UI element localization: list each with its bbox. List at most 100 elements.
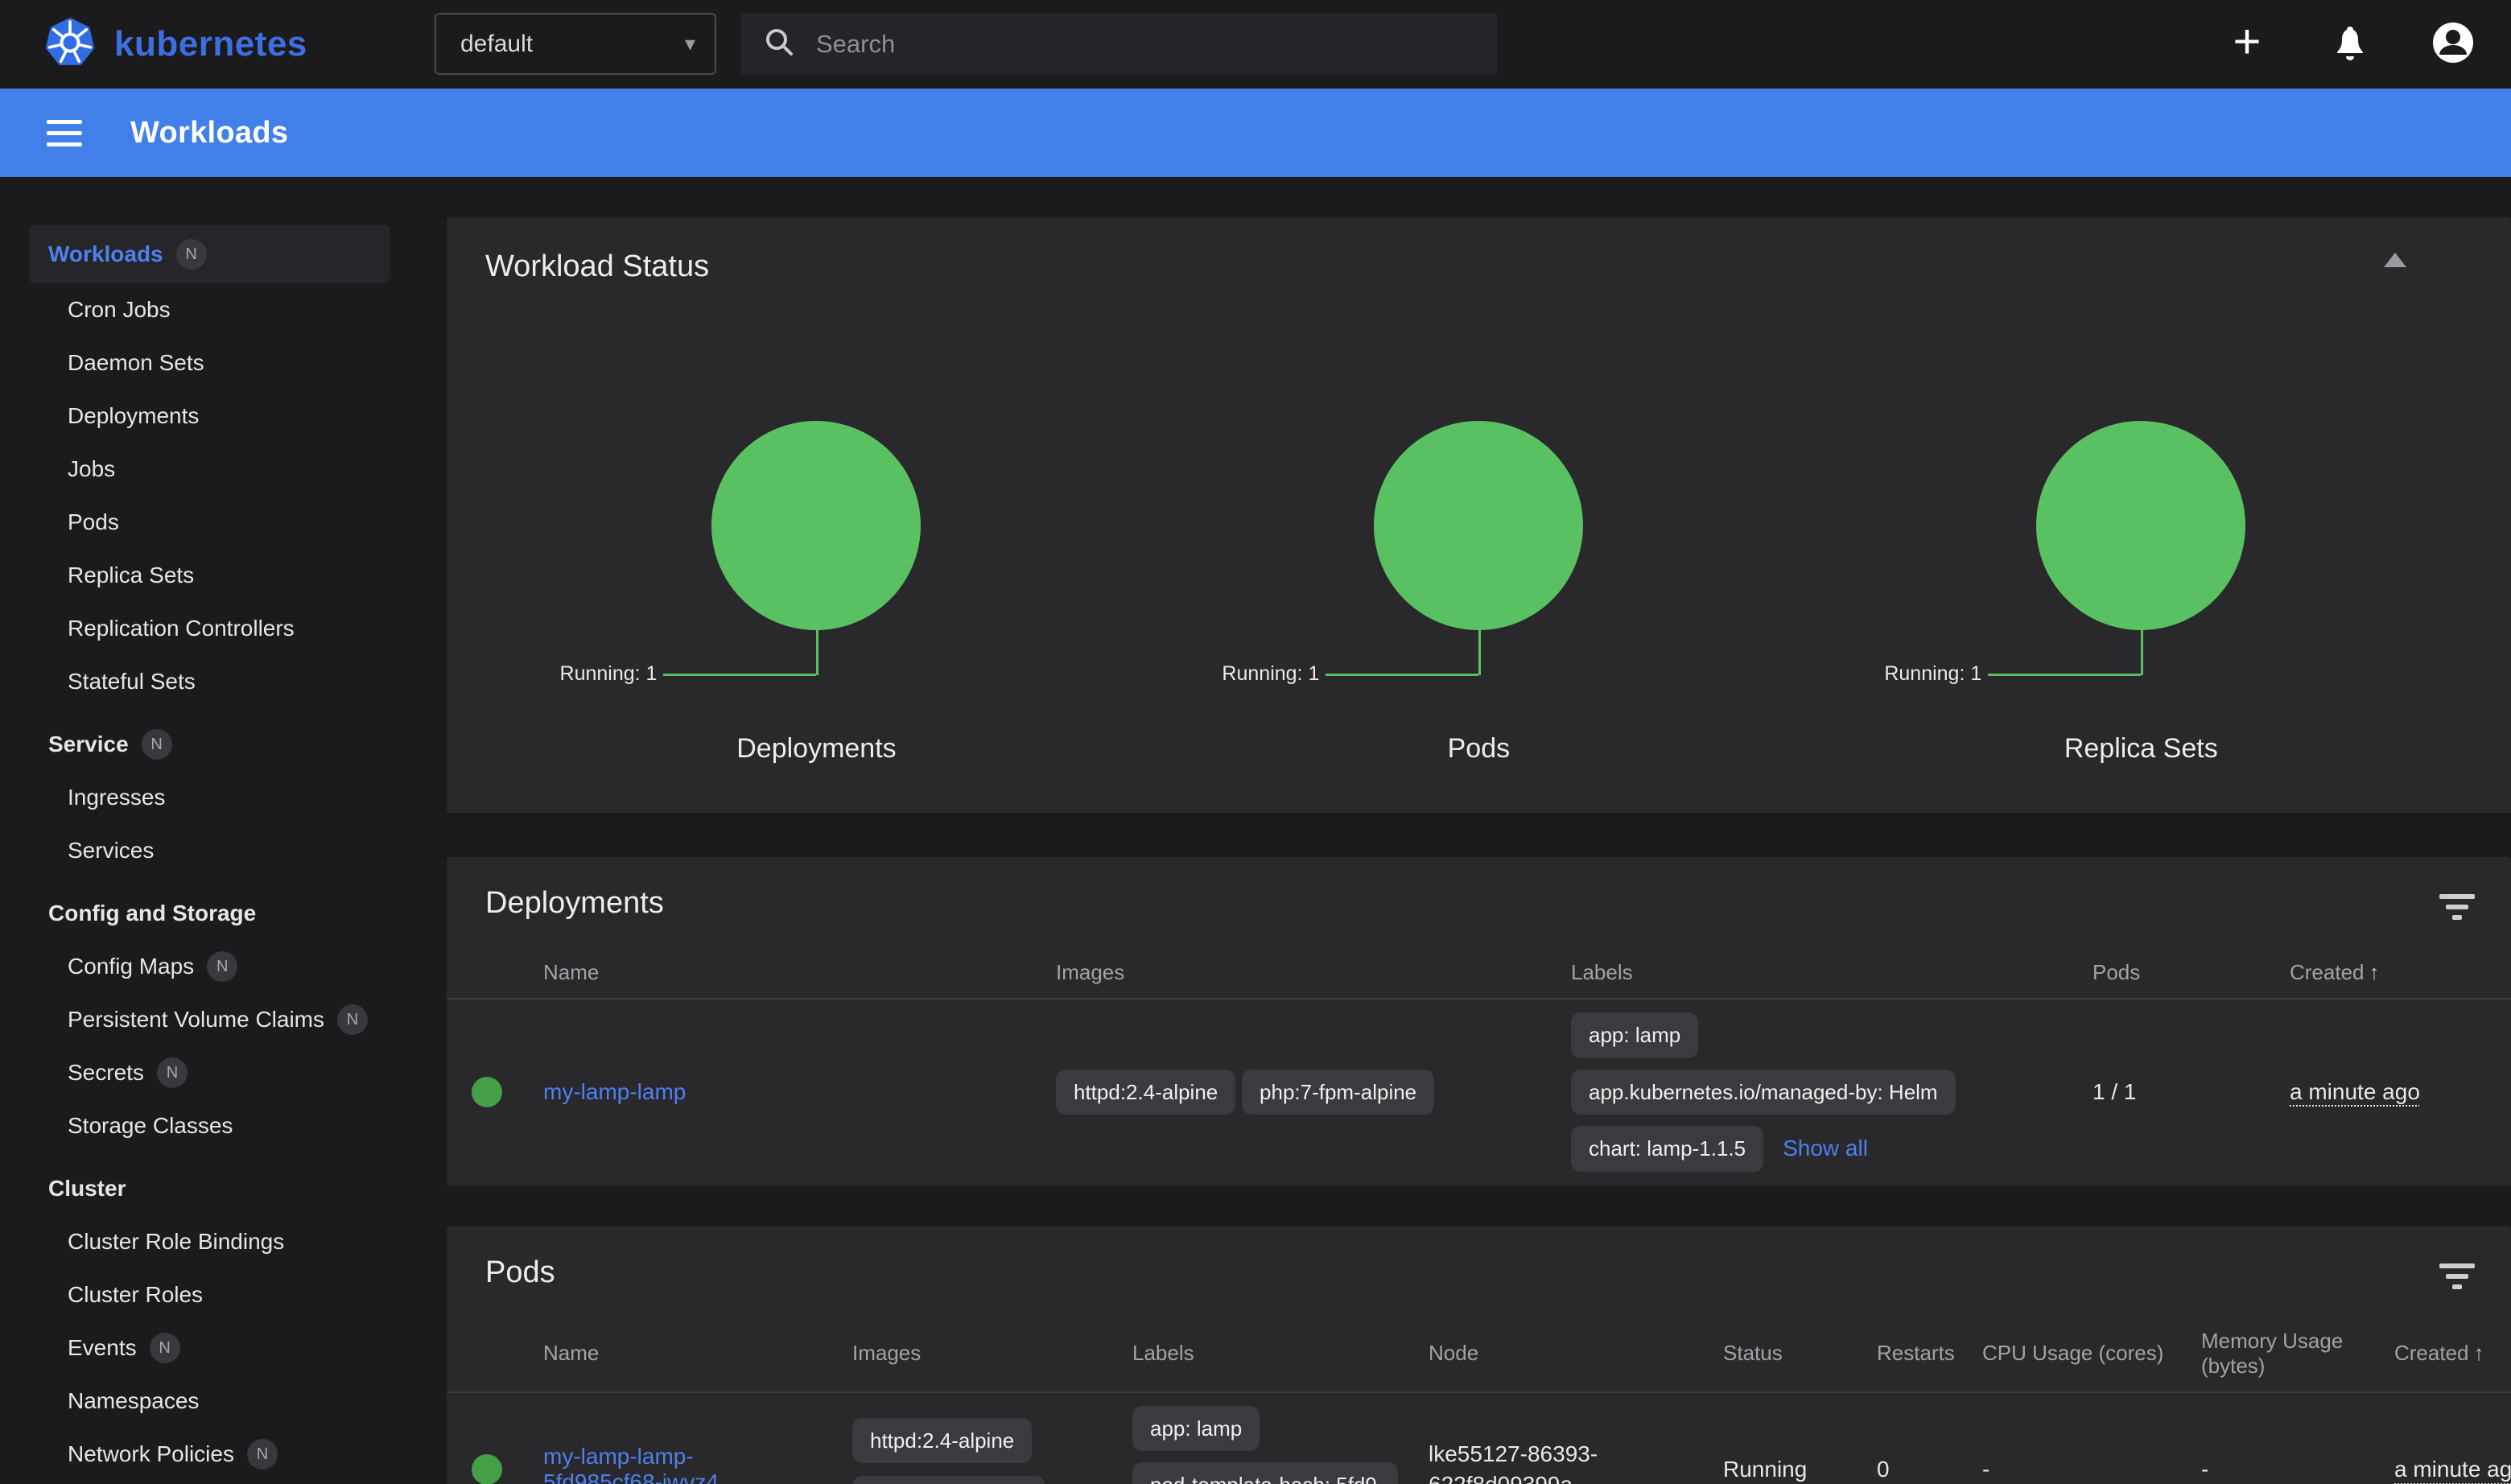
sidebar-item-replica-sets[interactable]: Replica Sets <box>0 549 418 602</box>
column-header-labels: Labels <box>1571 952 2092 993</box>
card-title: Workload Status <box>485 249 2472 284</box>
show-all-link[interactable]: Show all <box>1783 1136 1868 1161</box>
pods-count-cell: 1 / 1 <box>2092 1079 2290 1105</box>
namespace-value: default <box>460 31 685 58</box>
account-button[interactable] <box>2427 19 2479 70</box>
main-content: Workload Status Running: 1 Deployments <box>418 177 2511 1484</box>
top-bar: kubernetes default ▾ + <box>0 0 2511 89</box>
status-cell: Running <box>1723 1457 1877 1482</box>
sidebar-item-network-policies[interactable]: Network Policies N <box>0 1428 418 1481</box>
sidebar-item-deployments[interactable]: Deployments <box>0 390 418 443</box>
namespace-selector[interactable]: default ▾ <box>435 13 716 75</box>
sidebar-item-cron-jobs[interactable]: Cron Jobs <box>0 283 418 336</box>
label-chip: app: lamp <box>1132 1406 1260 1452</box>
image-chip: httpd:2.4-alpine <box>1056 1070 1235 1115</box>
search-bar[interactable] <box>740 13 1497 75</box>
pie-slice-running <box>2036 421 2245 630</box>
memory-usage-cell: - <box>2201 1457 2394 1482</box>
column-header-cpu-usage: CPU Usage (cores) <box>1982 1333 2201 1374</box>
create-resource-button[interactable]: + <box>2221 19 2273 70</box>
labels-cell: app: lamp app.kubernetes.io/managed-by: … <box>1571 1012 2092 1172</box>
sidebar-item-storage-classes[interactable]: Storage Classes <box>0 1099 418 1152</box>
column-header-created[interactable]: Created↑ <box>2394 1333 2511 1374</box>
column-header-name[interactable]: Name <box>543 952 1056 993</box>
label-chip: chart: lamp-1.1.5 <box>1571 1126 1763 1172</box>
deployment-name-link[interactable]: my-lamp-lamp <box>543 1079 686 1104</box>
sidebar-item-jobs[interactable]: Jobs <box>0 443 418 496</box>
pods-card: Pods Name Images Labels Node Status Rest… <box>447 1226 2511 1484</box>
pods-table-header: Name Images Labels Node Status Restarts … <box>447 1316 2511 1393</box>
namespaced-badge: N <box>337 1004 368 1035</box>
card-title: Pods <box>447 1255 2511 1290</box>
sort-ascending-icon: ↑ <box>2474 1341 2484 1365</box>
images-cell: httpd:2.4-alpine php:7-fpm-alpine <box>1056 1070 1571 1115</box>
column-header-name[interactable]: Name <box>543 1333 852 1374</box>
running-status-dot-icon <box>472 1454 502 1484</box>
sidebar-item-cluster-role-bindings[interactable]: Cluster Role Bindings <box>0 1215 418 1268</box>
plus-icon: + <box>2233 18 2261 66</box>
pie-legend: Running: 1 <box>560 662 658 686</box>
table-row: my-lamp-lamp-5fd985cf68-jwvz4 httpd:2.4-… <box>447 1393 2511 1484</box>
workload-status-card: Workload Status Running: 1 Deployments <box>447 217 2511 813</box>
sidebar-item-service[interactable]: Service N <box>0 718 418 771</box>
pod-name-link[interactable]: my-lamp-lamp-5fd985cf68-jwvz4 <box>543 1444 719 1484</box>
search-icon <box>763 26 795 62</box>
column-header-restarts: Restarts <box>1877 1333 1982 1374</box>
sidebar-item-ingresses[interactable]: Ingresses <box>0 771 418 824</box>
sidebar-item-config-maps[interactable]: Config Maps N <box>0 940 418 993</box>
namespaced-badge: N <box>176 239 207 270</box>
namespaced-badge: N <box>157 1057 188 1088</box>
pie-slice-running <box>711 421 921 630</box>
column-header-images: Images <box>1056 952 1571 993</box>
labels-cell: app: lamp pod-template-hash: 5fd985cf68 <box>1132 1406 1429 1484</box>
account-avatar-icon <box>2431 20 2476 69</box>
namespaced-badge: N <box>247 1439 278 1470</box>
chevron-down-icon: ▾ <box>685 31 695 56</box>
collapse-card-icon[interactable] <box>2384 253 2406 267</box>
created-timestamp: a minute ago <box>2394 1457 2511 1482</box>
running-status-dot-icon <box>472 1077 502 1107</box>
sidebar-item-workloads[interactable]: Workloads N <box>29 225 390 283</box>
sidebar-item-secrets[interactable]: Secrets N <box>0 1046 418 1099</box>
sidebar-item-services[interactable]: Services <box>0 824 418 877</box>
label-chip: pod-template-hash: 5fd985cf68 <box>1132 1462 1398 1484</box>
label-chip: app: lamp <box>1571 1012 1698 1058</box>
pie-slice-running <box>1374 421 1583 630</box>
bell-icon <box>2331 23 2369 67</box>
sidebar-item-pods[interactable]: Pods <box>0 496 418 549</box>
sidebar-item-namespaces[interactable]: Namespaces <box>0 1375 418 1428</box>
column-header-status: Status <box>1723 1333 1877 1374</box>
image-chip: php:7-fpm-alpine <box>1242 1070 1434 1115</box>
sidebar-item-replication-controllers[interactable]: Replication Controllers <box>0 602 418 655</box>
sidebar-item-daemon-sets[interactable]: Daemon Sets <box>0 336 418 390</box>
namespaced-badge: N <box>207 951 237 982</box>
node-cell: lke55127-86393-622f8d09399a <box>1429 1439 1678 1484</box>
namespaced-badge: N <box>150 1333 180 1363</box>
deployments-card: Deployments Name Images Labels Pods Crea… <box>447 857 2511 1186</box>
column-header-created[interactable]: Created↑ <box>2290 952 2511 993</box>
brand[interactable]: kubernetes <box>43 16 381 73</box>
sidebar-item-cluster-roles[interactable]: Cluster Roles <box>0 1268 418 1321</box>
column-header-pods: Pods <box>2092 952 2290 993</box>
column-header-images: Images <box>852 1333 1132 1374</box>
replica-sets-pie-chart: Running: 1 Replica Sets <box>1810 421 2472 775</box>
search-input[interactable] <box>816 30 1474 59</box>
image-chip: php:7-fpm-alpine <box>852 1476 1045 1484</box>
pie-chart-title: Pods <box>1148 733 1810 765</box>
filter-icon[interactable] <box>2439 1263 2476 1295</box>
notifications-button[interactable] <box>2324 19 2376 70</box>
status-indicator <box>447 1454 543 1484</box>
sidebar-item-persistent-volume-claims[interactable]: Persistent Volume Claims N <box>0 993 418 1046</box>
sidebar-item-stateful-sets[interactable]: Stateful Sets <box>0 655 418 708</box>
kubernetes-dashboard: kubernetes default ▾ + <box>0 0 2511 1484</box>
pie-legend: Running: 1 <box>1884 662 1981 686</box>
filter-icon[interactable] <box>2439 894 2476 925</box>
status-indicator <box>447 1077 543 1107</box>
column-header-memory-usage: Memory Usage (bytes) <box>2201 1321 2394 1387</box>
topbar-actions: + <box>2221 0 2479 89</box>
card-title: Deployments <box>447 886 2511 921</box>
images-cell: httpd:2.4-alpine php:7-fpm-alpine <box>852 1412 1132 1484</box>
sidebar-item-events[interactable]: Events N <box>0 1321 418 1375</box>
deployments-table-header: Name Images Labels Pods Created↑ <box>447 946 2511 1000</box>
menu-toggle-button[interactable] <box>47 113 82 154</box>
